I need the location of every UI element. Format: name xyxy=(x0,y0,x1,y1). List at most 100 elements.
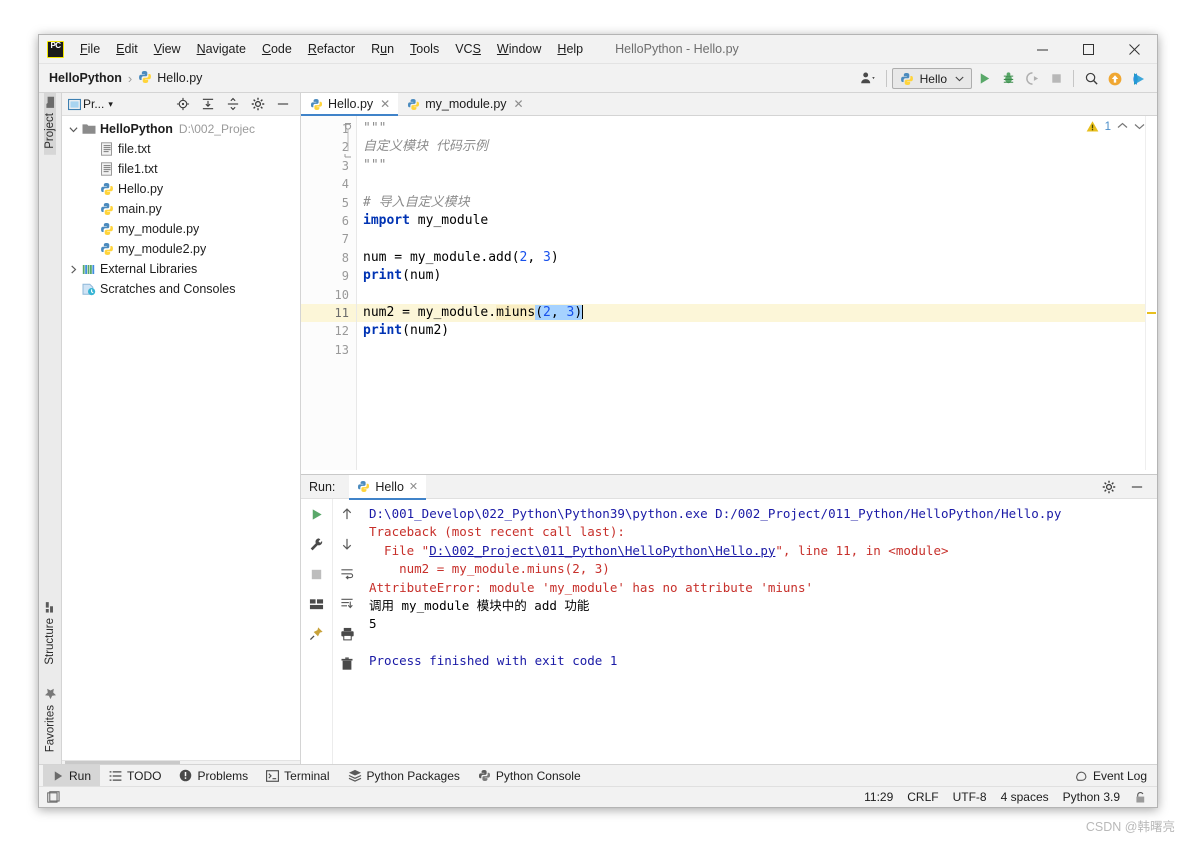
run-coverage-icon[interactable] xyxy=(1020,67,1044,91)
wrench-icon[interactable] xyxy=(309,537,324,557)
editor-marker-bar[interactable] xyxy=(1145,116,1157,470)
bottom-tab-python-packages[interactable]: Python Packages xyxy=(339,765,469,787)
project-panel-title[interactable]: Pr... ▾ xyxy=(83,97,113,111)
console-line[interactable]: File "D:\002_Project\011_Python\HelloPyt… xyxy=(369,542,1157,560)
cursor-position[interactable]: 11:29 xyxy=(864,790,893,804)
tree-node-scratches-and-consoles[interactable]: Scratches and Consoles xyxy=(62,279,300,299)
sidebar-item-structure[interactable]: Structure xyxy=(44,598,56,671)
ide-helper-icon[interactable] xyxy=(1127,67,1151,91)
code-line[interactable]: num = my_module.add(2, 3) xyxy=(357,249,1145,267)
code-line[interactable]: # 导入自定义模块 xyxy=(357,194,1145,212)
trash-icon[interactable] xyxy=(340,657,354,676)
stop-icon[interactable] xyxy=(309,567,324,587)
minimize-button[interactable] xyxy=(1019,35,1065,64)
user-settings-icon[interactable] xyxy=(857,67,881,91)
layout-icon[interactable] xyxy=(309,597,324,616)
code-line[interactable]: print(num) xyxy=(357,267,1145,285)
python-interpreter[interactable]: Python 3.9 xyxy=(1063,790,1120,804)
bottom-tab-todo[interactable]: TODO xyxy=(100,765,170,787)
close-icon[interactable]: ✕ xyxy=(380,97,390,111)
run-configuration-selector[interactable]: Hello xyxy=(891,68,972,89)
maximize-button[interactable] xyxy=(1065,35,1111,64)
editor-tab-Hello-py[interactable]: Hello.py ✕ xyxy=(301,93,399,116)
code-line[interactable] xyxy=(357,175,1145,193)
tree-node-my-module-py[interactable]: my_module.py xyxy=(62,219,300,239)
editor-tab-my_module-py[interactable]: my_module.py ✕ xyxy=(398,93,531,115)
gear-icon[interactable] xyxy=(1097,475,1121,499)
tree-node-hellopython[interactable]: HelloPython D:\002_Projec xyxy=(62,119,300,139)
minimize-icon[interactable] xyxy=(1125,475,1149,499)
stop-icon[interactable] xyxy=(1044,67,1068,91)
code-line[interactable] xyxy=(357,286,1145,304)
menu-refactor[interactable]: Refactor xyxy=(300,40,363,58)
line-number[interactable]: 10 xyxy=(301,286,356,304)
menu-run[interactable]: Run xyxy=(363,40,402,58)
line-separator[interactable]: CRLF xyxy=(907,790,938,804)
warning-marker[interactable] xyxy=(1147,312,1156,314)
run-console-output[interactable]: D:\001_Develop\022_Python\Python39\pytho… xyxy=(361,499,1157,764)
menu-file[interactable]: File xyxy=(72,40,108,58)
line-number[interactable]: 6 xyxy=(301,212,356,230)
line-number[interactable]: 7 xyxy=(301,230,356,248)
run-icon[interactable] xyxy=(972,67,996,91)
menu-view[interactable]: View xyxy=(146,40,189,58)
menu-navigate[interactable]: Navigate xyxy=(189,40,254,58)
close-icon[interactable]: ✕ xyxy=(514,97,524,111)
line-number[interactable]: 8 xyxy=(301,249,356,267)
search-icon[interactable] xyxy=(1079,67,1103,91)
scroll-to-end-icon[interactable] xyxy=(340,597,354,616)
line-number[interactable]: 9 xyxy=(301,267,356,285)
close-icon[interactable]: ✕ xyxy=(409,480,418,493)
line-number[interactable]: 5 xyxy=(301,194,356,212)
line-number[interactable]: 13 xyxy=(301,341,356,359)
update-project-icon[interactable] xyxy=(1103,67,1127,91)
indent-setting[interactable]: 4 spaces xyxy=(1001,790,1049,804)
expand-all-icon[interactable] xyxy=(196,92,220,116)
window-layout-icon[interactable] xyxy=(47,790,60,804)
collapse-all-icon[interactable] xyxy=(221,92,245,116)
menu-code[interactable]: Code xyxy=(254,40,300,58)
bottom-tab-python-console[interactable]: Python Console xyxy=(469,765,590,787)
code-line[interactable]: import my_module xyxy=(357,212,1145,230)
code-line[interactable] xyxy=(357,230,1145,248)
line-number[interactable]: 11 xyxy=(301,303,356,323)
print-icon[interactable] xyxy=(340,627,355,646)
code-line[interactable]: 自定义模块 代码示例 xyxy=(357,138,1145,156)
next-problem-icon[interactable] xyxy=(1134,121,1145,133)
menu-vcs[interactable]: VCS xyxy=(447,40,489,58)
up-arrow-icon[interactable] xyxy=(340,507,354,526)
tree-node-main-py[interactable]: main.py xyxy=(62,199,300,219)
traceback-file-link[interactable]: D:\002_Project\011_Python\HelloPython\He… xyxy=(429,543,775,558)
menu-window[interactable]: Window xyxy=(489,40,549,58)
tree-node-external-libraries[interactable]: External Libraries xyxy=(62,259,300,279)
debug-icon[interactable] xyxy=(996,67,1020,91)
chevron-down-icon[interactable] xyxy=(66,125,80,134)
lock-icon[interactable] xyxy=(1134,791,1147,804)
line-number[interactable]: 12 xyxy=(301,322,356,340)
bottom-tab-problems[interactable]: Problems xyxy=(170,765,257,787)
file-encoding[interactable]: UTF-8 xyxy=(953,790,987,804)
code-line[interactable]: """ xyxy=(357,120,1145,138)
breadcrumb-file[interactable]: Hello.py xyxy=(138,70,202,87)
run-panel-tab[interactable]: Hello ✕ xyxy=(349,474,427,500)
prev-problem-icon[interactable] xyxy=(1117,121,1128,133)
tree-node-file1-txt[interactable]: file1.txt xyxy=(62,159,300,179)
down-arrow-icon[interactable] xyxy=(340,537,354,556)
locate-icon[interactable] xyxy=(171,92,195,116)
tree-node-file-txt[interactable]: file.txt xyxy=(62,139,300,159)
sidebar-item-favorites[interactable]: Favorites xyxy=(44,683,57,758)
line-number[interactable]: 4 xyxy=(301,175,356,193)
bottom-tab-terminal[interactable]: Terminal xyxy=(257,765,338,787)
rerun-icon[interactable] xyxy=(309,507,324,527)
menu-tools[interactable]: Tools xyxy=(402,40,447,58)
code-line[interactable]: num2 = my_module.miuns(2, 3) xyxy=(357,303,1145,323)
code-line[interactable]: print(num2) xyxy=(357,322,1145,340)
hide-panel-icon[interactable] xyxy=(271,92,295,116)
gear-icon[interactable] xyxy=(246,92,270,116)
code-folding-column[interactable] xyxy=(342,120,354,169)
bottom-tab-run[interactable]: Run xyxy=(43,764,101,787)
sidebar-item-project[interactable]: Project xyxy=(44,93,56,155)
tree-node-hello-py[interactable]: Hello.py xyxy=(62,179,300,199)
soft-wrap-icon[interactable] xyxy=(340,567,354,586)
close-button[interactable] xyxy=(1111,35,1157,64)
